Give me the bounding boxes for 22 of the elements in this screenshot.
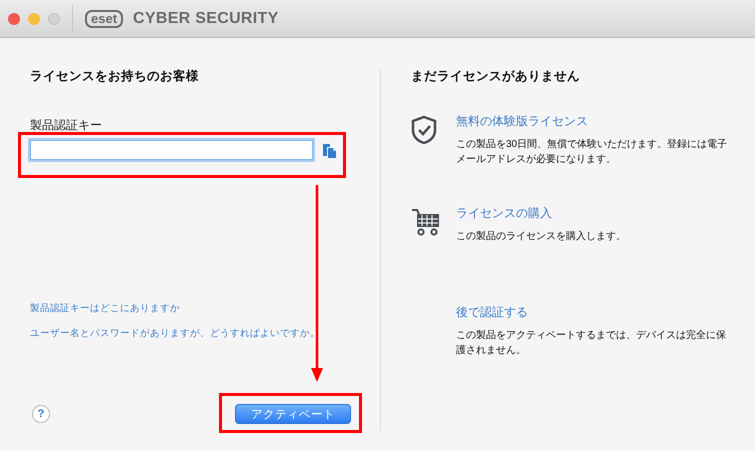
zoom-button[interactable] bbox=[48, 12, 60, 24]
paste-icon[interactable] bbox=[322, 142, 336, 158]
help-link[interactable]: ユーザー名とパスワードがありますが、どうすればよいですか。 bbox=[30, 327, 380, 340]
minimize-button[interactable] bbox=[28, 12, 40, 24]
window-title: CYBER SECURITY bbox=[133, 10, 279, 28]
shield-check-icon bbox=[411, 115, 437, 145]
field-label: 製品認証キー bbox=[30, 117, 103, 134]
cart-icon bbox=[411, 207, 441, 237]
help-button[interactable]: ? bbox=[32, 405, 50, 423]
option-link[interactable]: 無料の体験版ライセンス bbox=[456, 113, 731, 130]
logo: eset bbox=[85, 10, 124, 28]
option-link[interactable]: 後で認証する bbox=[456, 304, 731, 321]
section-heading: まだライセンスがありません bbox=[411, 68, 581, 85]
help-link[interactable]: 製品認証キーはどこにありますか bbox=[30, 302, 380, 315]
option-description: この製品をアクティベートするまでは、デバイスは完全に保護されません。 bbox=[456, 328, 727, 358]
section-heading: ライセンスをお持ちのお客様 bbox=[30, 68, 200, 85]
option-description: この製品を30日間、無償で体験いただけます。登録には電子メールアドレスが必要になります。 bbox=[456, 138, 728, 167]
option-description: この製品のライセンスを購入します。 bbox=[456, 230, 627, 244]
option-link[interactable]: ライセンスの購入 bbox=[456, 205, 731, 222]
activate-button[interactable]: アクティベート bbox=[235, 404, 351, 424]
product-key-field[interactable] bbox=[30, 140, 313, 160]
close-button[interactable] bbox=[8, 12, 20, 24]
